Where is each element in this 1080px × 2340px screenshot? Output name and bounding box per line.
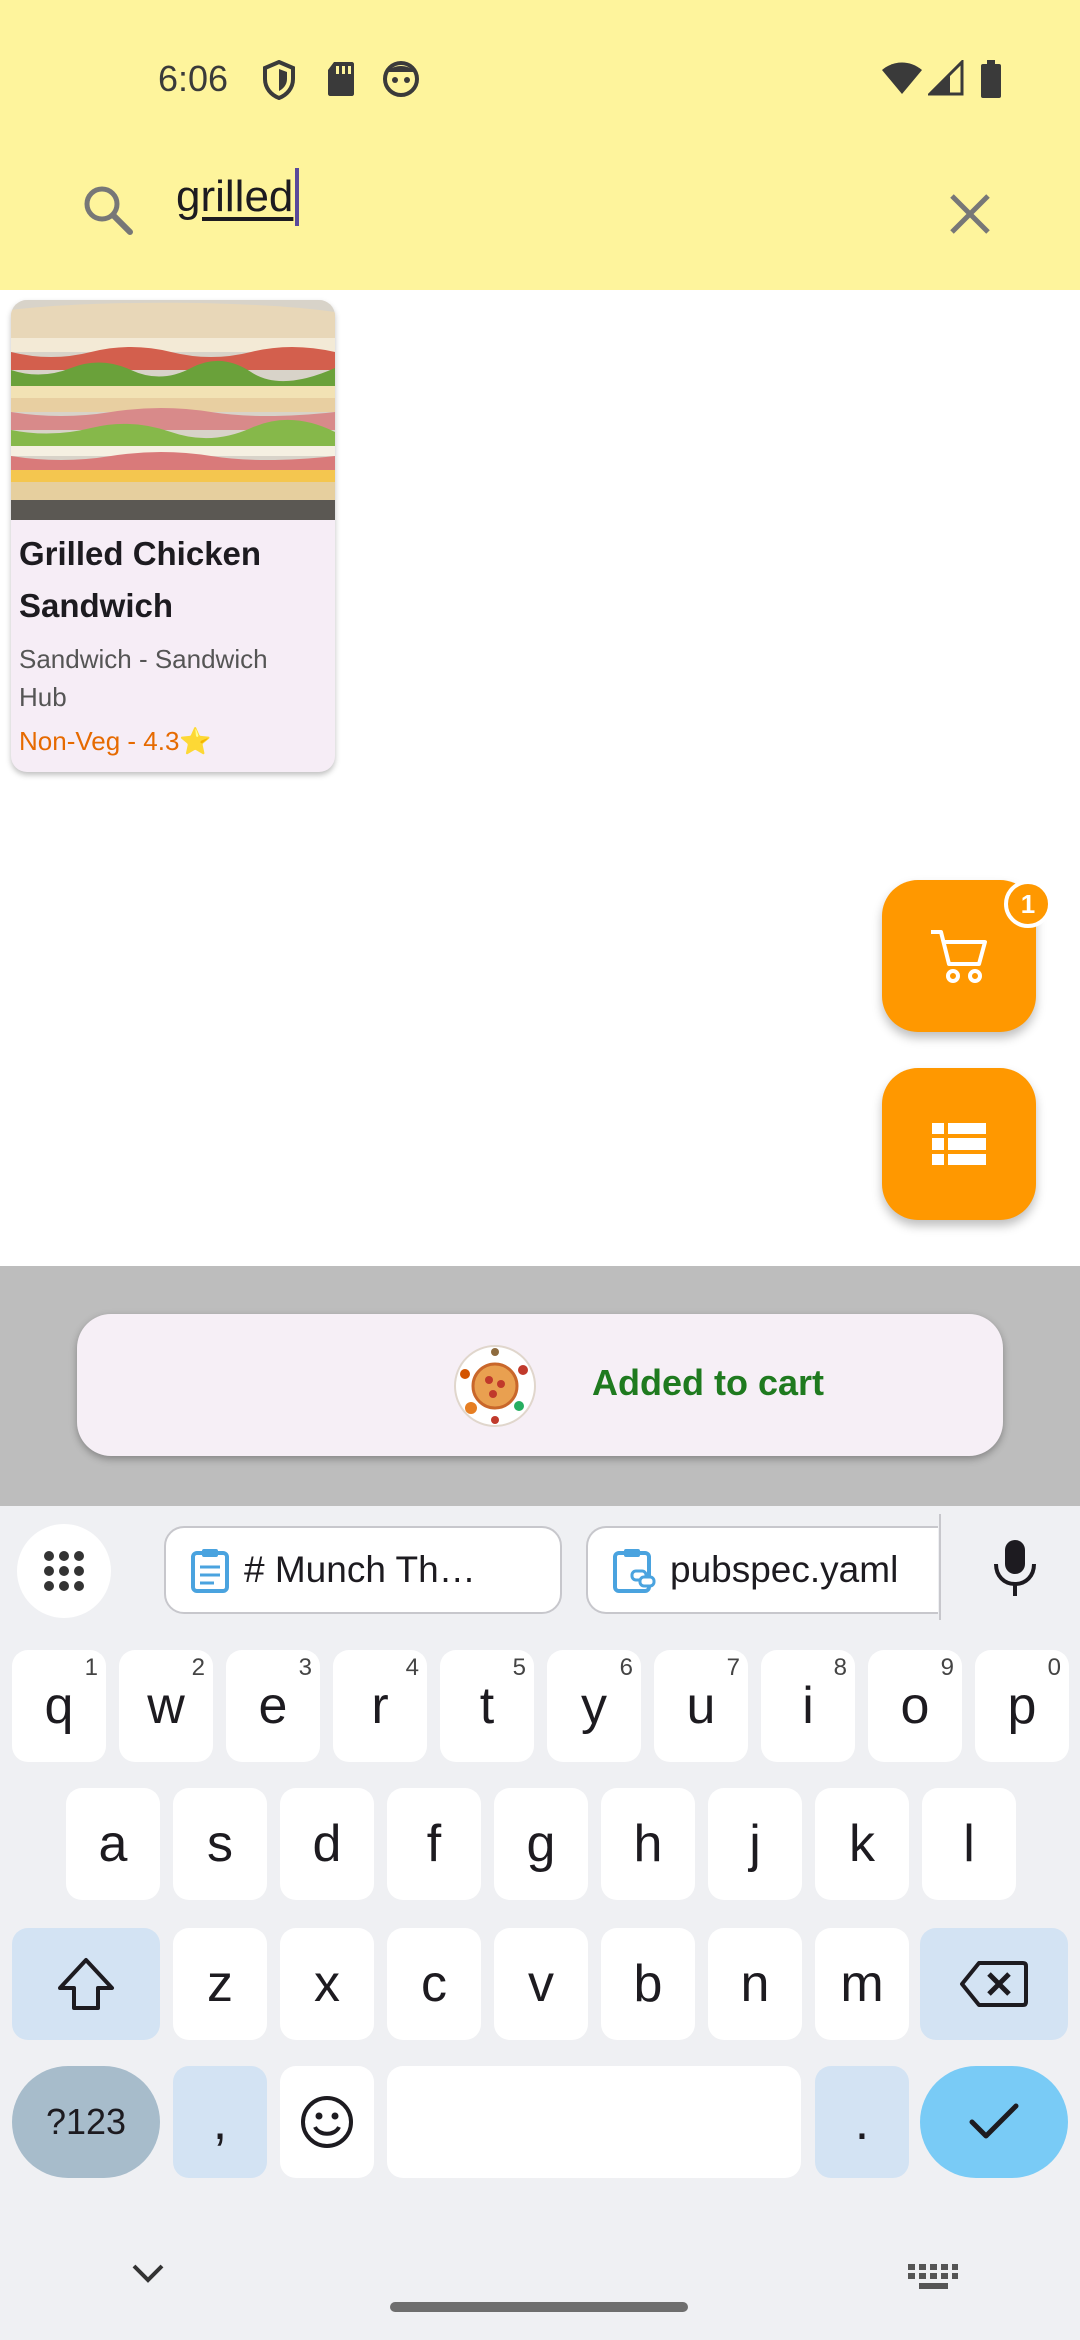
backspace-icon — [960, 1961, 1028, 2007]
key-label: i — [802, 1677, 814, 1735]
key-r[interactable]: r4 — [333, 1650, 427, 1762]
key-g[interactable]: g — [494, 1788, 588, 1900]
search-input[interactable]: grilled — [176, 168, 300, 226]
sd-card-icon — [328, 62, 354, 96]
key-hint: 1 — [84, 1654, 98, 1681]
key-e[interactable]: e3 — [226, 1650, 320, 1762]
emoji-key[interactable] — [280, 2066, 374, 2178]
key-i[interactable]: i8 — [761, 1650, 855, 1762]
key-hint: 9 — [940, 1654, 954, 1681]
key-y[interactable]: y6 — [547, 1650, 641, 1762]
key-s[interactable]: s — [173, 1788, 267, 1900]
status-time: 6:06 — [158, 58, 229, 99]
key-z[interactable]: z — [173, 1928, 267, 2040]
snackbar: Added to cart — [77, 1314, 1003, 1456]
key-d[interactable]: d — [280, 1788, 374, 1900]
key-hint: 3 — [298, 1654, 312, 1681]
clipboard-link-icon — [613, 1549, 656, 1593]
key-hint: 2 — [191, 1654, 205, 1681]
text-caret — [295, 168, 300, 226]
key-label: e — [258, 1677, 288, 1735]
key-l[interactable]: l — [922, 1788, 1016, 1900]
key-hint: 8 — [833, 1654, 847, 1681]
clipboard-chip-label: pubspec.yaml — [670, 1549, 899, 1590]
key-q[interactable]: q1 — [12, 1650, 106, 1762]
signal-icon — [928, 60, 964, 96]
chevron-down-icon[interactable] — [130, 2262, 166, 2284]
close-icon[interactable] — [944, 188, 996, 240]
key-w[interactable]: w2 — [119, 1650, 213, 1762]
enter-key[interactable] — [920, 2066, 1068, 2178]
food-title: Grilled Chicken Sandwich — [19, 535, 262, 624]
key-a[interactable]: a — [66, 1788, 160, 1900]
key-j[interactable]: j — [708, 1788, 802, 1900]
search-query: grilled — [176, 172, 294, 221]
list-view-button[interactable] — [882, 1068, 1036, 1220]
pizza-logo-icon — [454, 1345, 536, 1427]
chip-divider — [939, 1514, 941, 1620]
key-o[interactable]: o9 — [868, 1650, 962, 1762]
grid-icon — [44, 1551, 84, 1591]
key-m[interactable]: m — [815, 1928, 909, 2040]
key-hint: 7 — [726, 1654, 740, 1681]
key-hint: 4 — [405, 1654, 419, 1681]
space-key[interactable] — [387, 2066, 801, 2178]
food-rating: Non-Veg - 4.3⭐ — [19, 726, 212, 756]
shift-key[interactable] — [12, 1928, 160, 2040]
list-icon — [932, 1123, 986, 1165]
food-card[interactable]: Grilled Chicken Sandwich Sandwich - Sand… — [11, 300, 335, 772]
shift-icon — [58, 1958, 114, 2010]
search-icon[interactable] — [80, 182, 136, 238]
key-x[interactable]: x — [280, 1928, 374, 2040]
app-face-icon — [383, 61, 419, 97]
key-label: t — [479, 1677, 495, 1735]
wifi-icon — [882, 62, 922, 94]
key-label: p — [1007, 1677, 1037, 1735]
key-label: u — [686, 1677, 716, 1735]
check-icon — [969, 2103, 1019, 2139]
food-image — [11, 300, 335, 520]
key-b[interactable]: b — [601, 1928, 695, 2040]
home-indicator[interactable] — [390, 2302, 688, 2312]
shield-icon — [263, 60, 295, 100]
clipboard-chip-label: # Munch Th… — [244, 1549, 476, 1590]
key-t[interactable]: t5 — [440, 1650, 534, 1762]
clipboard-chip[interactable]: # Munch Th… — [164, 1526, 562, 1614]
key-label: q — [44, 1677, 74, 1735]
key-c[interactable]: c — [387, 1928, 481, 2040]
key-hint: 0 — [1047, 1654, 1061, 1681]
cart-badge: 1 — [1004, 880, 1052, 928]
key-label: o — [900, 1677, 930, 1735]
key-p[interactable]: p0 — [975, 1650, 1069, 1762]
key-k[interactable]: k — [815, 1788, 909, 1900]
key-u[interactable]: u7 — [654, 1650, 748, 1762]
symbols-key[interactable]: ?123 — [12, 2066, 160, 2178]
key-h[interactable]: h — [601, 1788, 695, 1900]
keyboard-apps-button[interactable] — [17, 1524, 111, 1618]
key-v[interactable]: v — [494, 1928, 588, 2040]
emoji-icon — [301, 2096, 353, 2148]
period-key[interactable]: . — [815, 2066, 909, 2178]
key-n[interactable]: n — [708, 1928, 802, 2040]
comma-key[interactable]: , — [173, 2066, 267, 2178]
key-label: y — [581, 1677, 607, 1735]
key-label: r — [371, 1677, 389, 1735]
clipboard-icon — [191, 1549, 229, 1593]
key-f[interactable]: f — [387, 1788, 481, 1900]
cart-icon — [931, 930, 987, 983]
key-hint: 5 — [512, 1654, 526, 1681]
soft-keyboard: # Munch Th… pubspec.yaml q1 w2 e3 r4 t5 … — [0, 1506, 1080, 2340]
backspace-key[interactable] — [920, 1928, 1068, 2040]
key-label: w — [147, 1677, 185, 1735]
food-category: Sandwich - Sandwich Hub — [19, 644, 268, 712]
battery-icon — [981, 60, 1001, 98]
clipboard-chip[interactable]: pubspec.yaml — [586, 1526, 938, 1614]
app-header: 6:06 grilled — [0, 0, 1080, 290]
microphone-icon[interactable] — [990, 1538, 1040, 1598]
key-hint: 6 — [619, 1654, 633, 1681]
snackbar-message: Added to cart — [592, 1362, 825, 1403]
keyboard-switch-icon[interactable] — [906, 2262, 960, 2292]
